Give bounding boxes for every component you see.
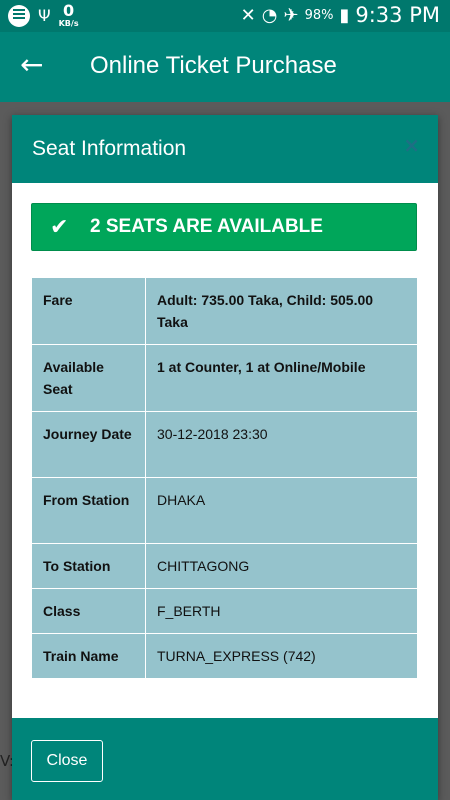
airplane-icon: ✈ bbox=[283, 4, 299, 26]
row-label: Class bbox=[31, 588, 146, 634]
status-bar: Ψ 0 KB/s ✕ ◔ ✈ 98% ▮ 9:33 PM bbox=[0, 0, 450, 32]
battery-charging-icon: ▮ bbox=[339, 4, 350, 26]
table-row: To Station CHITTAGONG bbox=[31, 543, 418, 589]
row-value: DHAKA bbox=[145, 477, 418, 544]
table-row: Train Name TURNA_EXPRESS (742) bbox=[31, 633, 418, 679]
seat-information-dialog: Seat Information × ✔ 2 SEATS ARE AVAILAB… bbox=[12, 115, 438, 800]
app-bar: ← Online Ticket Purchase bbox=[0, 32, 450, 102]
dialog-footer: Close bbox=[12, 718, 438, 800]
seat-info-table: Fare Adult: 735.00 Taka, Child: 505.00 T… bbox=[31, 277, 418, 679]
usb-icon: Ψ bbox=[38, 6, 51, 25]
availability-alert: ✔ 2 SEATS ARE AVAILABLE bbox=[31, 203, 417, 251]
dialog-title: Seat Information bbox=[32, 137, 187, 160]
network-speed: 0 KB/s bbox=[59, 3, 79, 29]
table-row: Class F_BERTH bbox=[31, 588, 418, 634]
row-value: F_BERTH bbox=[145, 588, 418, 634]
chat-notification-icon bbox=[8, 5, 30, 27]
dialog-header: Seat Information × bbox=[12, 115, 438, 183]
row-value: 1 at Counter, 1 at Online/Mobile bbox=[145, 344, 418, 412]
back-arrow-icon[interactable]: ← bbox=[20, 50, 43, 80]
row-value: TURNA_EXPRESS (742) bbox=[145, 633, 418, 679]
table-row: From Station DHAKA bbox=[31, 477, 418, 544]
close-button[interactable]: Close bbox=[31, 740, 103, 782]
battery-level: 98% bbox=[304, 7, 334, 23]
page-title: Online Ticket Purchase bbox=[90, 52, 337, 79]
network-speed-unit: KB/s bbox=[58, 19, 79, 28]
availability-message: 2 SEATS ARE AVAILABLE bbox=[90, 216, 323, 237]
close-icon[interactable]: × bbox=[403, 133, 420, 157]
row-label: Train Name bbox=[31, 633, 146, 679]
row-label: Available Seat bbox=[31, 344, 146, 412]
table-row: Available Seat 1 at Counter, 1 at Online… bbox=[31, 344, 418, 412]
row-label: Journey Date bbox=[31, 411, 146, 478]
table-row: Journey Date 30-12-2018 23:30 bbox=[31, 411, 418, 478]
mute-icon: ✕ bbox=[240, 4, 256, 26]
row-label: Fare bbox=[31, 277, 146, 345]
row-label: To Station bbox=[31, 543, 146, 589]
table-row: Fare Adult: 735.00 Taka, Child: 505.00 T… bbox=[31, 277, 418, 345]
row-value: CHITTAGONG bbox=[145, 543, 418, 589]
row-value: Adult: 735.00 Taka, Child: 505.00 Taka bbox=[145, 277, 418, 345]
wifi-icon: ◔ bbox=[261, 4, 278, 26]
network-speed-value: 0 bbox=[63, 1, 75, 20]
clock: 9:33 PM bbox=[355, 3, 440, 27]
check-icon: ✔ bbox=[50, 214, 69, 240]
row-label: From Station bbox=[31, 477, 146, 544]
row-value: 30-12-2018 23:30 bbox=[145, 411, 418, 478]
